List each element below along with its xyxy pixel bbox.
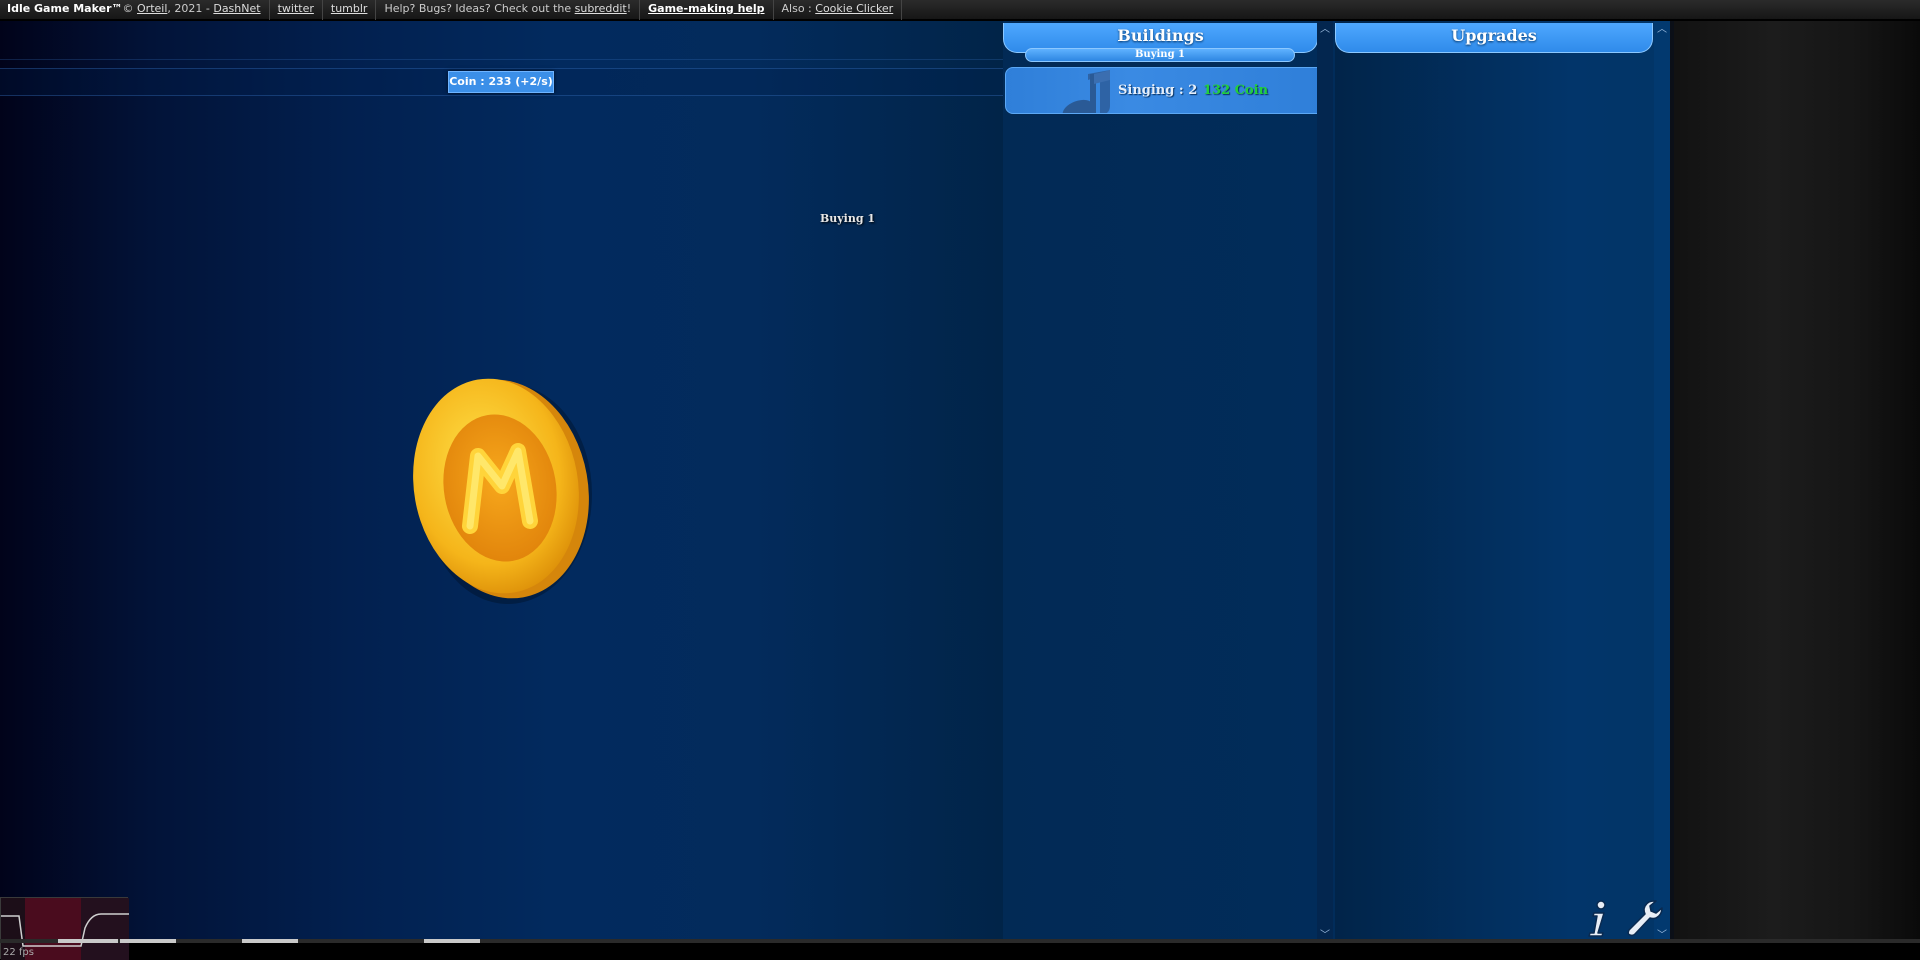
fps-graph: 22 fps <box>0 897 129 960</box>
background-area <box>1674 21 1920 943</box>
coin-icon[interactable] <box>400 356 600 616</box>
also-item: Also : Cookie Clicker <box>774 0 903 20</box>
scroll-up-icon[interactable]: ︿ <box>1657 25 1667 35</box>
building-item[interactable]: Singing : 2 132 Coin <box>1005 67 1320 114</box>
wrench-icon[interactable] <box>1626 899 1664 937</box>
buildings-panel: Buildings Buying 1 Singing : 2 132 Coin <box>1003 21 1335 943</box>
tumblr-link[interactable]: tumblr <box>331 2 368 15</box>
twitter-link[interactable]: twitter <box>278 2 314 15</box>
music-note-icon <box>1062 70 1110 113</box>
buildings-scrollbar[interactable]: ︿ ﹀ <box>1317 21 1333 943</box>
game-area: Coin : 233 (+2/s) Buying 1 22 fps Buildi… <box>0 21 1920 960</box>
brand-name: Idle Game Maker™ <box>7 1 123 15</box>
help-item: Help? Bugs? Ideas? Check out the subredd… <box>376 0 641 20</box>
tumblr-item: tumblr <box>323 0 377 20</box>
upgrades-scrollbar[interactable]: ︿ ﹀ <box>1654 21 1670 943</box>
coin-counter: Coin : 233 (+2/s) <box>448 71 554 93</box>
buying-mode-toggle[interactable]: Buying 1 <box>1025 48 1295 62</box>
bottom-strip <box>0 939 1920 943</box>
buying-label: Buying 1 <box>820 212 876 225</box>
divider-line <box>0 59 1003 60</box>
building-name: Singing : 2 <box>1118 83 1198 98</box>
main-pane: Coin : 233 (+2/s) Buying 1 22 fps <box>0 21 1003 960</box>
subreddit-link[interactable]: subreddit <box>575 2 627 15</box>
copyright-symbol: © <box>122 1 138 15</box>
game-making-help-item: Game-making help <box>640 0 774 20</box>
upgrades-panel: Upgrades <box>1335 21 1673 943</box>
dashnet-link[interactable]: DashNet <box>213 2 260 15</box>
twitter-item: twitter <box>270 0 323 20</box>
help-text: Help? Bugs? Ideas? Check out the <box>384 1 575 15</box>
upgrades-header: Upgrades <box>1335 23 1653 53</box>
info-icon[interactable] <box>1584 899 1612 937</box>
author-link[interactable]: Orteil <box>137 2 167 15</box>
game-making-help-link[interactable]: Game-making help <box>648 2 764 15</box>
help-suffix: ! <box>626 1 632 15</box>
year-text: , 2021 - <box>167 1 214 15</box>
cookie-clicker-link[interactable]: Cookie Clicker <box>815 2 893 15</box>
copyright-notice: Idle Game Maker™© Orteil, 2021 - DashNet <box>0 0 270 20</box>
scroll-up-icon[interactable]: ︿ <box>1320 25 1330 35</box>
also-text: Also : <box>781 1 816 15</box>
building-cost: 132 Coin <box>1203 83 1269 98</box>
fps-label: 22 fps <box>3 947 34 958</box>
top-bar: Idle Game Maker™© Orteil, 2021 - DashNet… <box>0 0 1920 20</box>
